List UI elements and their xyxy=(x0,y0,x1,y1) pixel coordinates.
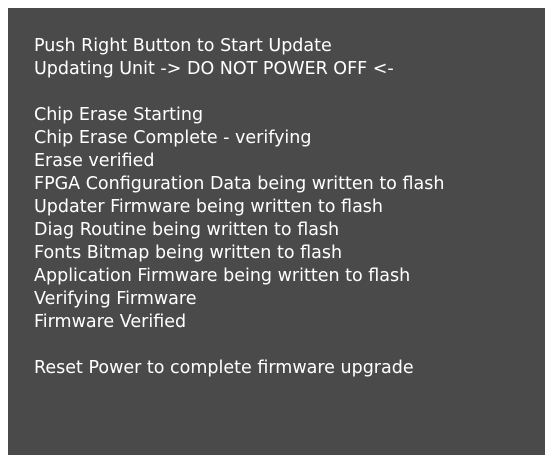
update-console-screen: Push Right Button to Start Update Updati… xyxy=(8,8,545,455)
log-line-power-warning: Updating Unit -> DO NOT POWER OFF <- xyxy=(34,59,394,79)
log-line: Diag Routine being written to flash xyxy=(34,220,340,240)
log-line: Verifying Firmware xyxy=(34,289,197,309)
log-line: Firmware Verified xyxy=(34,312,187,332)
log-spacer xyxy=(34,334,444,357)
log-line: Erase verified xyxy=(34,151,155,171)
log-line: Chip Erase Starting xyxy=(34,105,204,125)
log-line: FPGA Configuration Data being written to… xyxy=(34,174,445,194)
log-line-start-prompt: Push Right Button to Start Update xyxy=(34,36,332,56)
log-spacer xyxy=(34,81,444,104)
log-line: Fonts Bitmap being written to flash xyxy=(34,243,343,263)
console-log: Push Right Button to Start Update Updati… xyxy=(34,35,444,380)
log-line: Updater Firmware being written to flash xyxy=(34,197,384,217)
log-line: Application Firmware being written to fl… xyxy=(34,266,411,286)
log-line-reset-instruction: Reset Power to complete firmware upgrade xyxy=(34,358,414,378)
log-line: Chip Erase Complete - verifying xyxy=(34,128,312,148)
